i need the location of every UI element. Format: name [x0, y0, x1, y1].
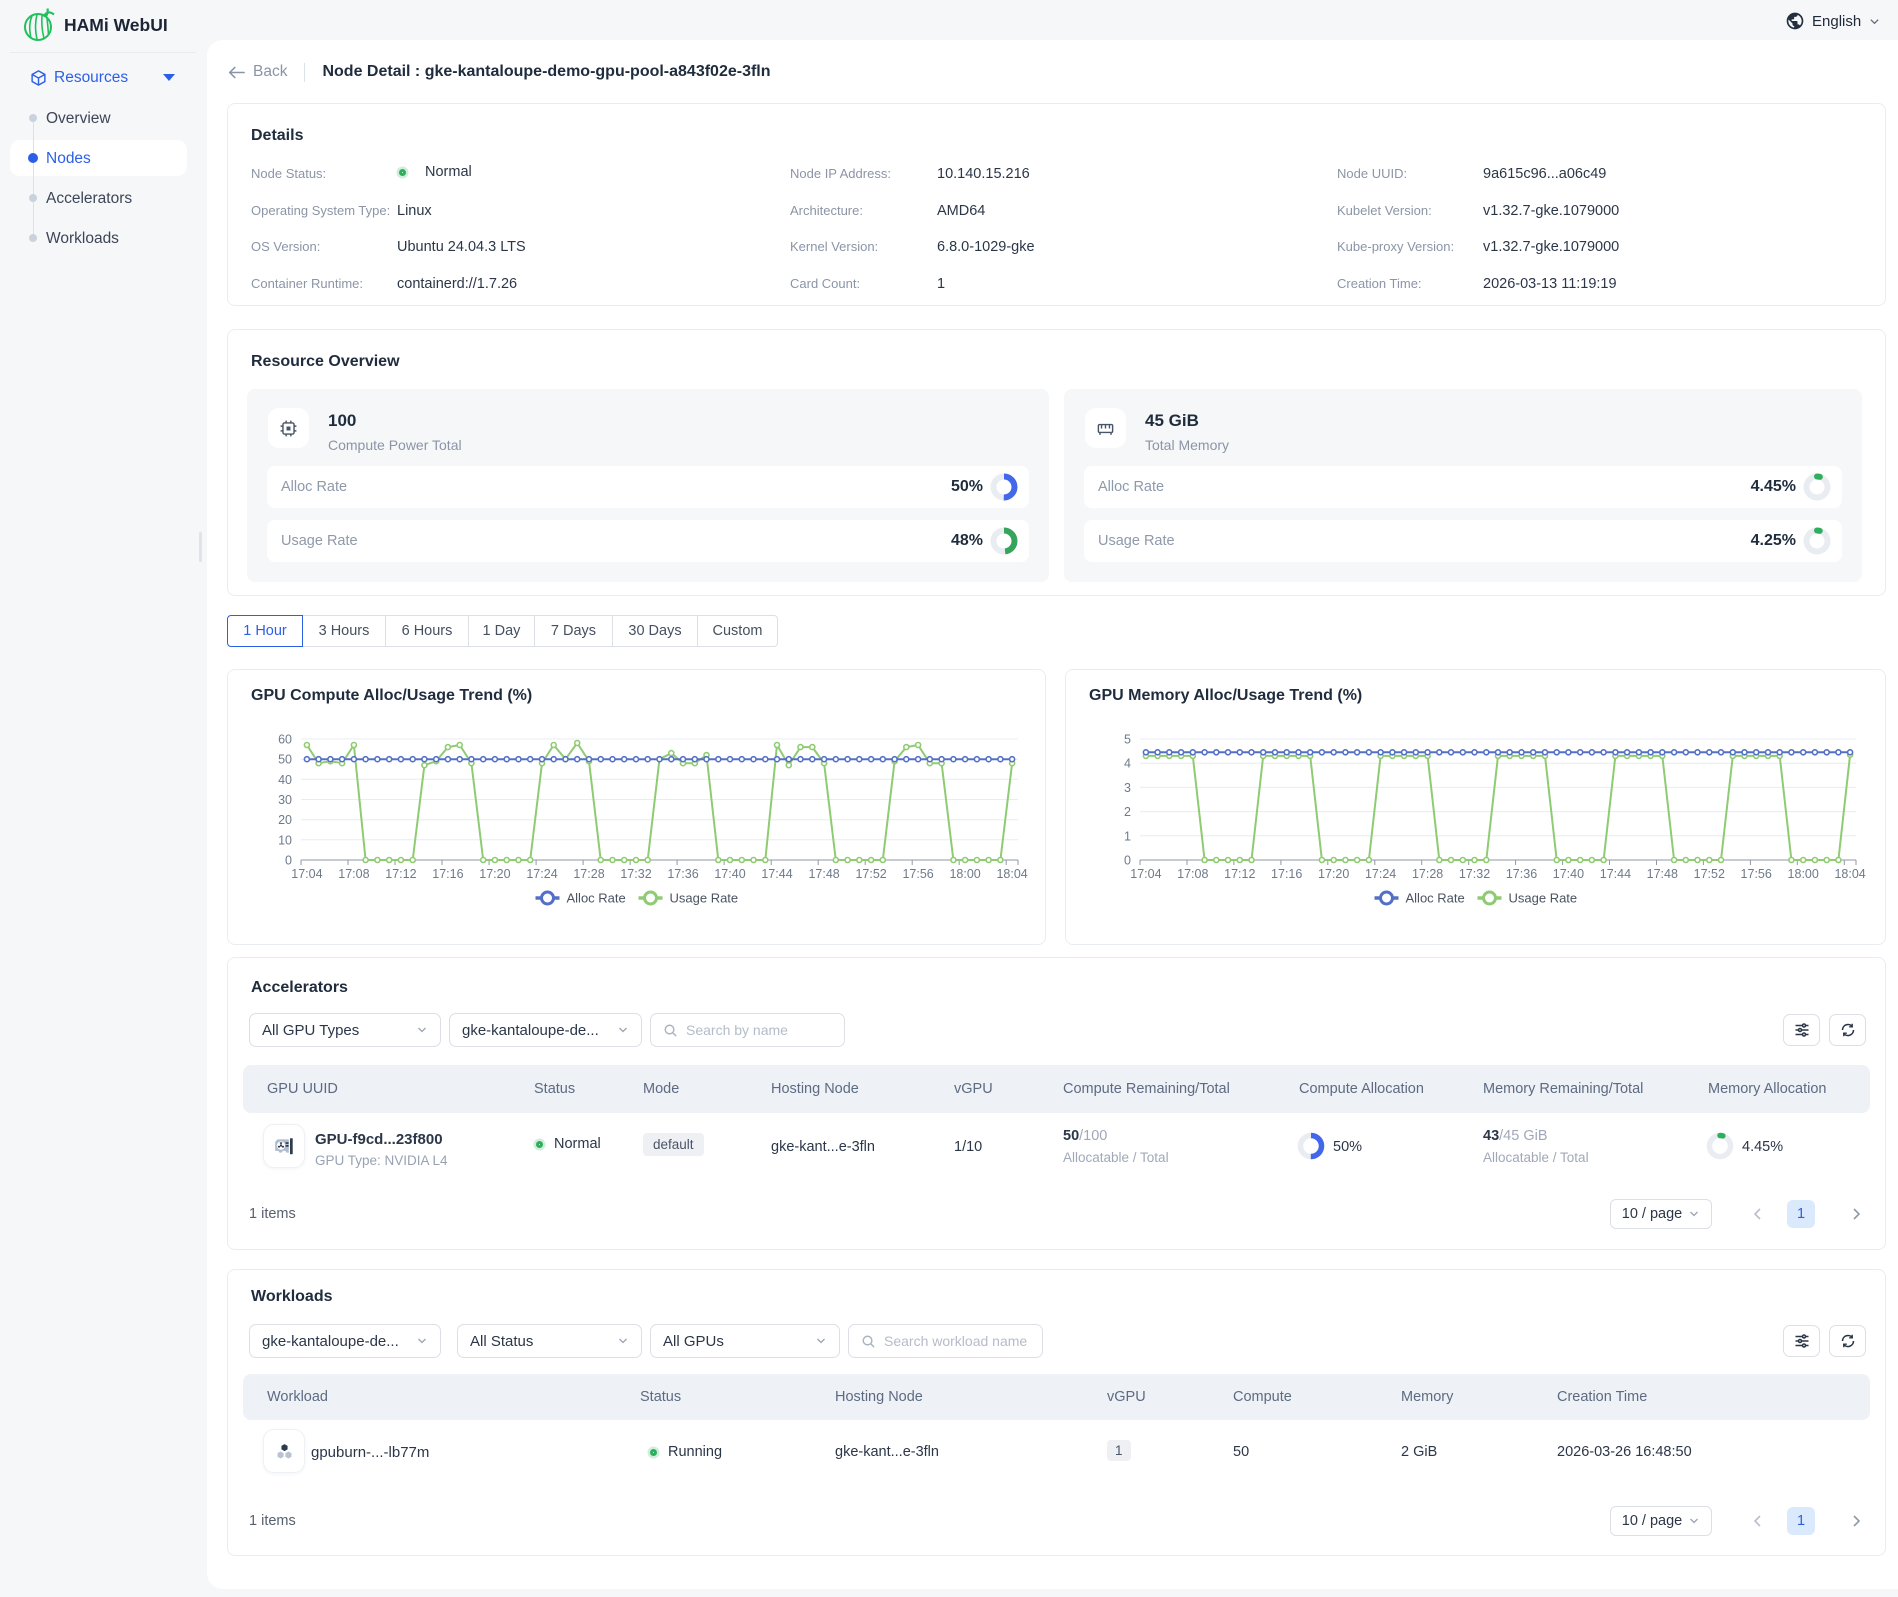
svg-text:17:44: 17:44	[761, 867, 792, 881]
svg-text:17:40: 17:40	[1553, 867, 1584, 881]
svg-text:17:12: 17:12	[385, 867, 416, 881]
svg-text:17:48: 17:48	[1647, 867, 1678, 881]
svg-text:17:52: 17:52	[1694, 867, 1725, 881]
svg-text:2: 2	[1124, 805, 1131, 819]
svg-text:17:20: 17:20	[1318, 867, 1349, 881]
svg-text:0: 0	[1124, 854, 1131, 868]
svg-text:0: 0	[285, 854, 292, 868]
svg-text:Usage Rate: Usage Rate	[1509, 891, 1578, 906]
svg-text:Alloc Rate: Alloc Rate	[1406, 891, 1465, 906]
svg-text:18:00: 18:00	[1788, 867, 1819, 881]
svg-text:17:36: 17:36	[1506, 867, 1537, 881]
svg-text:17:56: 17:56	[1741, 867, 1772, 881]
svg-text:4: 4	[1124, 757, 1131, 771]
svg-text:17:32: 17:32	[1459, 867, 1490, 881]
svg-text:60: 60	[278, 733, 292, 747]
svg-text:17:08: 17:08	[1177, 867, 1208, 881]
svg-text:18:04: 18:04	[1834, 867, 1865, 881]
svg-text:17:56: 17:56	[902, 867, 933, 881]
svg-text:17:48: 17:48	[808, 867, 839, 881]
svg-text:17:28: 17:28	[573, 867, 604, 881]
svg-text:17:08: 17:08	[338, 867, 369, 881]
svg-text:17:04: 17:04	[291, 867, 322, 881]
svg-text:Usage Rate: Usage Rate	[670, 891, 739, 906]
svg-text:17:04: 17:04	[1130, 867, 1161, 881]
svg-text:1: 1	[1124, 829, 1131, 843]
svg-text:18:04: 18:04	[996, 867, 1027, 881]
svg-text:17:32: 17:32	[620, 867, 651, 881]
svg-text:17:28: 17:28	[1412, 867, 1443, 881]
svg-text:30: 30	[278, 793, 292, 807]
svg-text:17:16: 17:16	[1271, 867, 1302, 881]
svg-text:17:20: 17:20	[479, 867, 510, 881]
svg-text:17:24: 17:24	[1365, 867, 1396, 881]
svg-text:17:24: 17:24	[526, 867, 557, 881]
svg-text:17:16: 17:16	[432, 867, 463, 881]
svg-text:Alloc Rate: Alloc Rate	[567, 891, 626, 906]
svg-text:17:40: 17:40	[714, 867, 745, 881]
svg-text:18:00: 18:00	[949, 867, 980, 881]
svg-text:17:52: 17:52	[855, 867, 886, 881]
svg-text:10: 10	[278, 833, 292, 847]
svg-text:17:36: 17:36	[667, 867, 698, 881]
svg-text:5: 5	[1124, 733, 1131, 747]
svg-text:20: 20	[278, 813, 292, 827]
svg-text:17:12: 17:12	[1224, 867, 1255, 881]
svg-text:40: 40	[278, 773, 292, 787]
svg-text:50: 50	[278, 753, 292, 767]
svg-text:17:44: 17:44	[1600, 867, 1631, 881]
svg-text:3: 3	[1124, 781, 1131, 795]
